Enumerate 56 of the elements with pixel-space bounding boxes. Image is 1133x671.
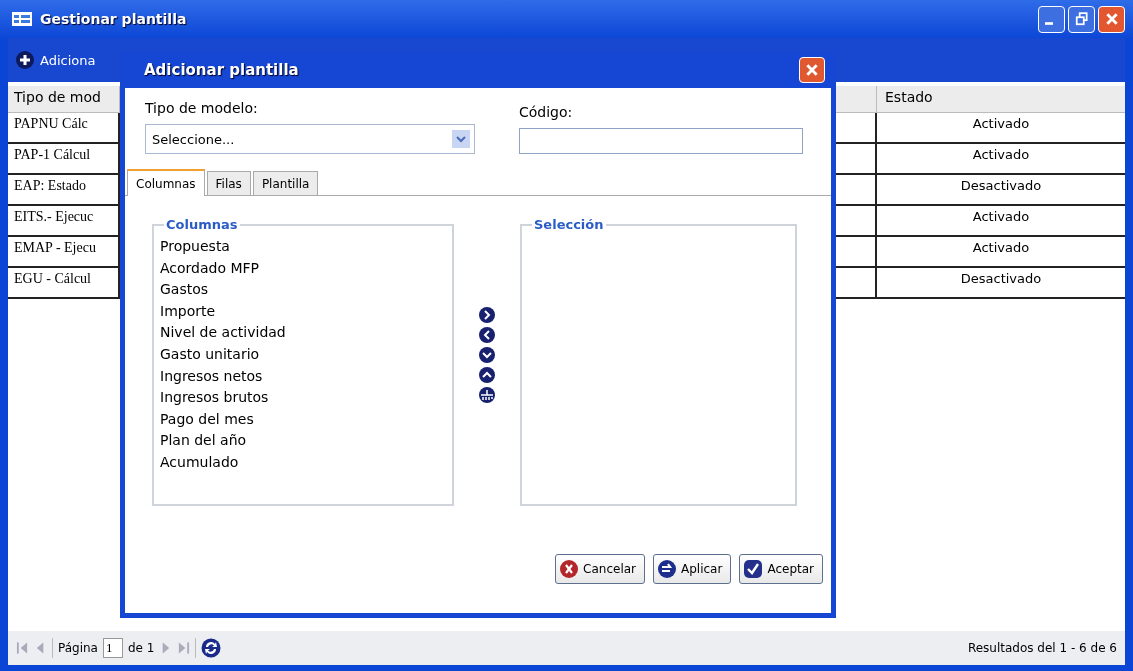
list-item[interactable]: Acumulado <box>160 451 446 474</box>
minimize-icon <box>1045 22 1053 25</box>
window-icon <box>12 12 32 26</box>
list-item[interactable]: Ingresos netos <box>160 365 446 388</box>
tab[interactable]: Plantilla <box>252 171 319 195</box>
restore-button[interactable] <box>1068 5 1095 33</box>
list-item[interactable]: Plan del año <box>160 430 446 452</box>
table-cell-text: Activado <box>971 115 1031 133</box>
plus-icon <box>16 51 34 69</box>
chevron-up-icon[interactable] <box>479 367 495 383</box>
model-type-dropdown[interactable]: Seleccione... <box>145 124 475 154</box>
list-legend: Columnas <box>164 217 240 232</box>
list-item[interactable]: Ingresos brutos <box>160 387 446 409</box>
results-summary: Resultados del 1 - 6 de 6 <box>967 641 1117 655</box>
list-item[interactable]: Gasto unitario <box>160 343 446 366</box>
page-count: de 1 <box>127 641 155 655</box>
dialog-title: Adicionar plantilla <box>144 61 299 79</box>
chevron-left-icon[interactable] <box>479 327 495 343</box>
table-cell-text: Desactivado <box>959 177 1043 195</box>
list-item[interactable]: Propuesta <box>160 236 446 258</box>
refresh-icon[interactable] <box>201 638 222 658</box>
page-label: Página <box>58 641 98 655</box>
list-legend: Selección <box>532 217 606 232</box>
field-label: Código: <box>519 104 574 120</box>
list-item[interactable]: Gastos <box>160 279 446 301</box>
add-button[interactable]: Adiciona <box>12 49 100 71</box>
chevron-down-icon <box>452 130 470 148</box>
field-label: Tipo de modelo: <box>145 100 259 116</box>
code-field[interactable] <box>519 128 803 154</box>
column-header[interactable]: Estado <box>877 86 1125 112</box>
table-cell-text: Activado <box>971 146 1031 164</box>
close-icon <box>805 63 819 77</box>
accept-button[interactable]: Aceptar <box>739 554 823 584</box>
chevron-down-icon[interactable] <box>479 347 495 363</box>
apply-button[interactable]: Aplicar <box>653 554 732 584</box>
close-button[interactable] <box>1098 5 1125 33</box>
checkmark-icon <box>744 560 763 578</box>
list-item[interactable]: Nivel de actividad <box>160 322 446 344</box>
list-item[interactable]: Pago del mes <box>160 408 446 431</box>
close-icon <box>1104 12 1119 26</box>
window-title: Gestionar plantilla <box>40 11 187 27</box>
list-item[interactable]: Acordado MFP <box>160 257 446 280</box>
table-cell-text: Desactivado <box>959 270 1043 288</box>
table-cell-text: Activado <box>971 239 1031 257</box>
tab[interactable]: Columnas <box>127 169 205 196</box>
tab[interactable]: Filas <box>206 171 251 195</box>
minimize-button[interactable] <box>1038 5 1065 33</box>
close-button[interactable] <box>799 57 825 83</box>
x-icon <box>560 560 579 578</box>
move-all-icon[interactable] <box>479 387 495 403</box>
cancel-button[interactable]: Cancelar <box>555 554 645 584</box>
chevron-right-icon[interactable] <box>479 307 495 323</box>
list-item[interactable]: Importe <box>160 300 446 323</box>
page-field[interactable]: 1 <box>102 638 123 658</box>
table-cell-text: Activado <box>971 208 1031 226</box>
restore-icon <box>1074 12 1089 26</box>
